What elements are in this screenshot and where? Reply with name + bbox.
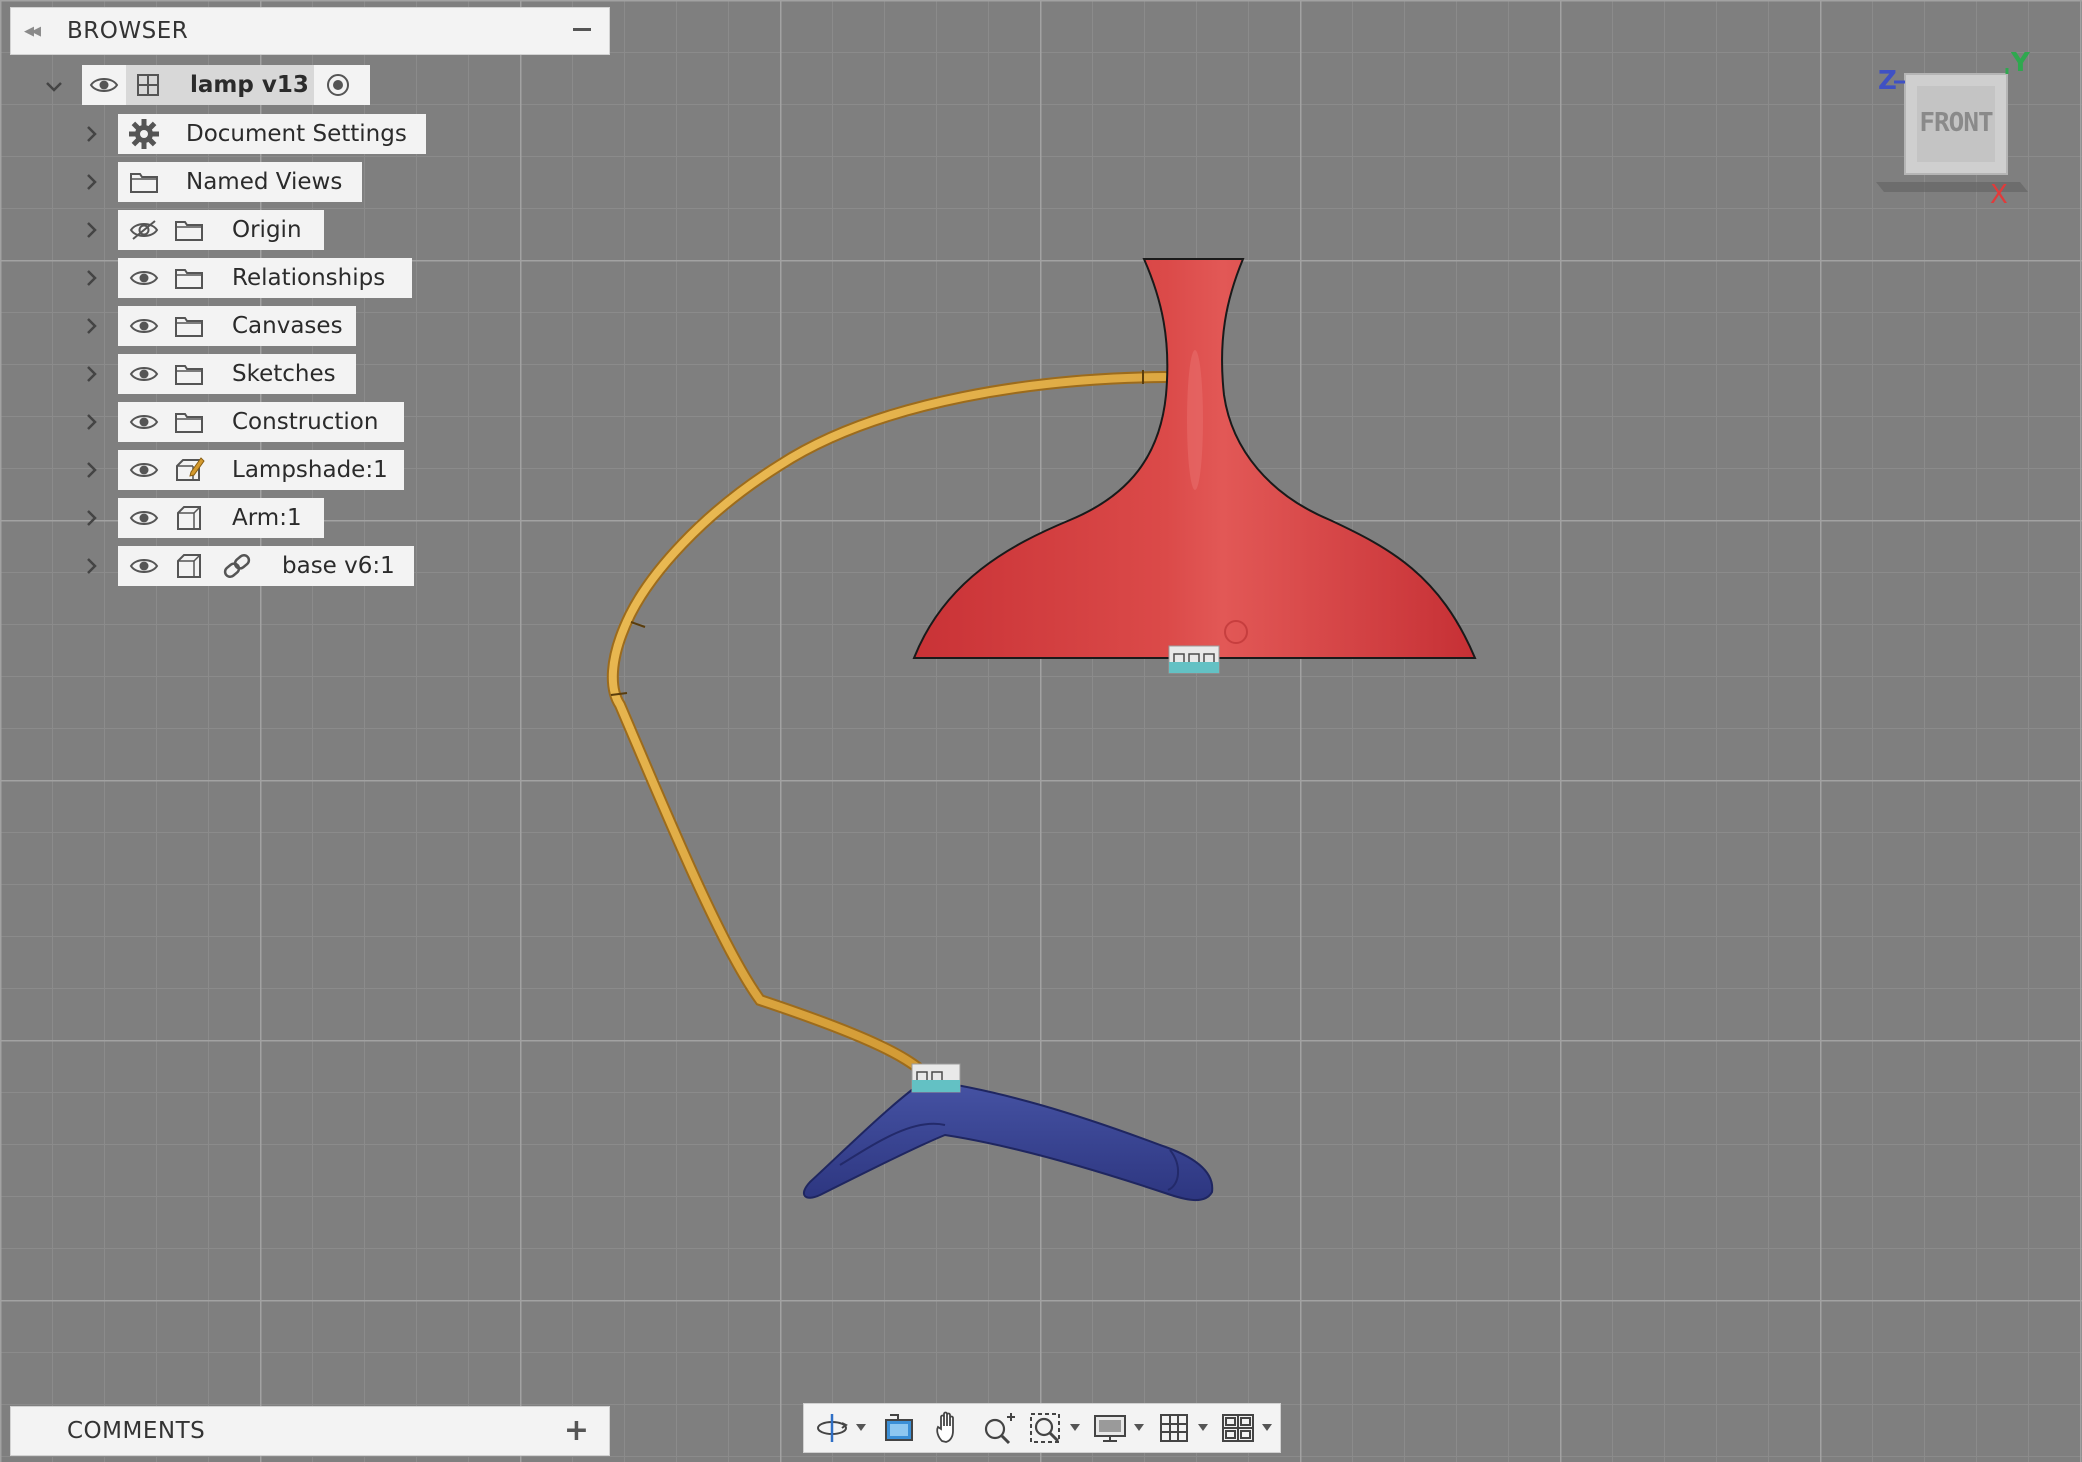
chevron-right-icon[interactable] <box>77 355 105 393</box>
axis-y-label: Y <box>2011 48 2030 78</box>
chevron-right-icon[interactable] <box>77 499 105 537</box>
eye-icon[interactable] <box>122 316 166 336</box>
browser-item-named-views[interactable]: Named Views <box>118 162 362 202</box>
minimize-panel-button[interactable] <box>573 28 591 31</box>
gear-icon <box>122 118 166 150</box>
chevron-right-icon[interactable] <box>77 211 105 249</box>
fit-icon[interactable] <box>1024 1405 1068 1451</box>
chevron-down-icon[interactable] <box>40 67 68 105</box>
browser-item-label: Construction <box>232 409 379 435</box>
axis-z-label: Z <box>1878 66 1897 96</box>
zoom-dropdown-icon[interactable] <box>1068 1405 1082 1451</box>
eye-icon[interactable] <box>122 508 166 528</box>
component-edit-icon <box>166 454 212 486</box>
folder-icon <box>166 362 212 386</box>
root-document-label: lamp v13 <box>190 72 309 98</box>
browser-item-sketches[interactable]: Sketches <box>118 354 356 394</box>
zoom-icon[interactable] <box>974 1405 1024 1451</box>
browser-item-lampshade[interactable]: Lampshade:1 <box>118 450 404 490</box>
eye-icon[interactable] <box>122 460 166 480</box>
viewports-icon[interactable] <box>1216 1405 1260 1451</box>
chevron-right-icon[interactable] <box>77 403 105 441</box>
browser-item-label: Named Views <box>186 169 343 195</box>
chevron-right-icon[interactable] <box>77 163 105 201</box>
eye-icon[interactable] <box>122 364 166 384</box>
browser-panel-header: ◀◀ BROWSER <box>10 7 610 55</box>
component-icon <box>166 551 212 581</box>
activate-radio-icon[interactable] <box>314 72 362 98</box>
view-cube-front-label[interactable]: FRONT <box>1917 108 1995 138</box>
eye-icon[interactable] <box>122 268 166 288</box>
browser-item-label: Sketches <box>232 361 336 387</box>
eye-icon[interactable] <box>122 556 166 576</box>
grid-icon[interactable] <box>1152 1405 1196 1451</box>
browser-item-label: Document Settings <box>186 121 407 147</box>
browser-item-label: Arm:1 <box>232 505 302 531</box>
chevron-right-icon[interactable] <box>77 547 105 585</box>
browser-item-canvases[interactable]: Canvases <box>118 306 356 346</box>
view-cube[interactable]: Z Y X FRONT <box>1870 48 2030 210</box>
eye-icon[interactable] <box>122 412 166 432</box>
navigation-toolbar <box>803 1403 1281 1453</box>
browser-item-arm[interactable]: Arm:1 <box>118 498 324 538</box>
display-settings-icon[interactable] <box>1088 1405 1132 1451</box>
comments-title: COMMENTS <box>67 1418 206 1444</box>
lampshade-body[interactable] <box>912 258 1477 659</box>
browser-item-construction[interactable]: Construction <box>118 402 404 442</box>
display-settings-dropdown-icon[interactable] <box>1132 1405 1146 1451</box>
collapse-panel-icon[interactable]: ◀◀ <box>11 8 51 54</box>
browser-item-document-settings[interactable]: Document Settings <box>118 114 426 154</box>
folder-icon <box>166 314 212 338</box>
base-body[interactable] <box>802 1078 1214 1201</box>
browser-item-label: Canvases <box>232 313 343 339</box>
browser-item-label: Lampshade:1 <box>232 457 388 483</box>
orbit-icon[interactable] <box>810 1405 854 1451</box>
folder-icon <box>166 410 212 434</box>
chevron-right-icon[interactable] <box>77 115 105 153</box>
eye-icon[interactable] <box>82 75 126 95</box>
arm-body[interactable] <box>606 370 1171 1076</box>
browser-item-origin[interactable]: Origin <box>118 210 324 250</box>
orbit-dropdown-icon[interactable] <box>854 1405 868 1451</box>
folder-icon <box>122 170 166 194</box>
axis-x-label: X <box>1990 180 2008 210</box>
eye-hidden-icon[interactable] <box>122 219 166 241</box>
pan-icon[interactable] <box>924 1405 974 1451</box>
browser-title: BROWSER <box>67 18 189 44</box>
chevron-right-icon[interactable] <box>77 307 105 345</box>
browser-item-label: Relationships <box>232 265 386 291</box>
joint-marker-lampshade[interactable] <box>1168 645 1220 674</box>
viewports-dropdown-icon[interactable] <box>1260 1405 1274 1451</box>
chevron-right-icon[interactable] <box>77 451 105 489</box>
folder-icon <box>166 218 212 242</box>
browser-item-label: Origin <box>232 217 302 243</box>
link-icon <box>212 552 262 580</box>
browser-item-base[interactable]: base v6:1 <box>118 546 414 586</box>
component-icon <box>126 72 170 98</box>
add-comment-button[interactable]: + <box>564 1416 589 1446</box>
joint-marker-base[interactable] <box>911 1063 961 1093</box>
browser-root-item[interactable]: lamp v13 <box>82 65 370 105</box>
look-at-icon[interactable] <box>874 1405 924 1451</box>
browser-item-relationships[interactable]: Relationships <box>118 258 412 298</box>
component-icon <box>166 503 212 533</box>
browser-item-label: base v6:1 <box>282 553 395 579</box>
chevron-right-icon[interactable] <box>77 259 105 297</box>
grid-dropdown-icon[interactable] <box>1196 1405 1210 1451</box>
folder-icon <box>166 266 212 290</box>
browser-root-row <box>40 67 68 105</box>
comments-panel[interactable]: COMMENTS + <box>10 1406 610 1456</box>
